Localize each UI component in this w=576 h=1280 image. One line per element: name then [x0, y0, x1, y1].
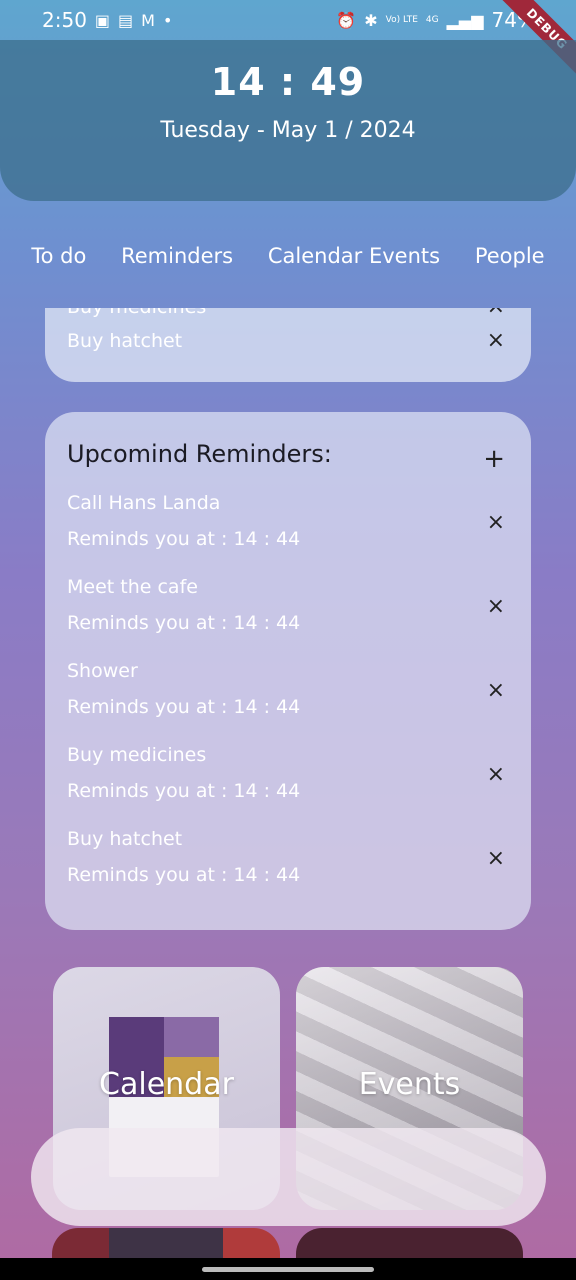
reminder-time: Reminds you at : 14 : 44 — [67, 696, 301, 718]
events-tile-label: Events — [358, 1067, 461, 1102]
close-icon[interactable]: × — [487, 328, 505, 353]
list-item: Buy hatchet × — [67, 328, 505, 353]
list-item: Buy medicines Reminds you at : 14 : 44 × — [67, 744, 505, 814]
calendar-tile-label: Calendar — [99, 1067, 234, 1102]
status-left: 2:50 ▣ ▤ M • — [42, 8, 172, 32]
status-time: 2:50 — [42, 8, 87, 32]
reminder-name: Call Hans Landa — [67, 492, 221, 514]
system-nav-bar — [0, 1258, 576, 1280]
reminder-time: Reminds you at : 14 : 44 — [67, 528, 301, 550]
status-right: ⏰ ✱ Vo) LTE 4G ▂▄▆ 74% — [336, 8, 536, 32]
alarm-icon: ⏰ — [336, 10, 357, 30]
todo-item-label: Buy medicines — [67, 308, 206, 318]
list-item: Call Hans Landa Reminds you at : 14 : 44… — [67, 492, 505, 562]
tab-todo[interactable]: To do — [31, 244, 86, 268]
next-tile-left[interactable] — [52, 1228, 280, 1258]
header-date: Tuesday - May 1 / 2024 — [160, 118, 416, 143]
reminders-card: Upcomind Reminders: + Call Hans Landa Re… — [45, 412, 531, 930]
header-clock: 14 : 49 — [210, 60, 366, 104]
reminder-time: Reminds you at : 14 : 44 — [67, 864, 301, 886]
todo-card: Buy medicines × Buy hatchet × — [45, 308, 531, 382]
add-reminder-icon[interactable]: + — [483, 444, 505, 474]
list-item: Shower Reminds you at : 14 : 44 × — [67, 660, 505, 730]
home-handle[interactable] — [202, 1267, 374, 1272]
list-item: Buy hatchet Reminds you at : 14 : 44 × — [67, 828, 505, 898]
reminder-name: Meet the cafe — [67, 576, 198, 598]
tab-calendar-events[interactable]: Calendar Events — [268, 244, 440, 268]
reminder-time: Reminds you at : 14 : 44 — [67, 780, 301, 802]
4g-icon: 4G — [425, 14, 439, 25]
reminder-name: Shower — [67, 660, 138, 682]
tab-people[interactable]: People — [475, 244, 545, 268]
header: 14 : 49 Tuesday - May 1 / 2024 — [0, 40, 576, 201]
reminder-name: Buy hatchet — [67, 828, 183, 850]
tab-bar: To do Reminders Calendar Events People — [0, 236, 576, 276]
close-icon[interactable]: × — [487, 308, 505, 319]
volte-icon: Vo) LTE — [385, 14, 418, 25]
reminder-time: Reminds you at : 14 : 44 — [67, 612, 301, 634]
gmail-icon: M — [141, 10, 155, 30]
dot-icon: • — [162, 10, 173, 30]
list-item: Meet the cafe Reminds you at : 14 : 44 × — [67, 576, 505, 646]
image-icon: ▣ — [94, 10, 111, 30]
close-icon[interactable]: × — [487, 594, 505, 619]
status-bar: 2:50 ▣ ▤ M • ⏰ ✱ Vo) LTE 4G ▂▄▆ 74% — [0, 0, 576, 40]
close-icon[interactable]: × — [487, 846, 505, 871]
close-icon[interactable]: × — [487, 678, 505, 703]
todo-item-label: Buy hatchet — [67, 329, 183, 352]
linkedin-icon: ▤ — [118, 10, 134, 30]
reminder-name: Buy medicines — [67, 744, 207, 766]
next-tile-right[interactable] — [296, 1228, 523, 1258]
signal-icon: ▂▄▆ — [446, 10, 484, 30]
list-item: Buy medicines × — [67, 308, 505, 319]
close-icon[interactable]: × — [487, 762, 505, 787]
bottom-nav-bar[interactable] — [31, 1128, 546, 1226]
tab-reminders[interactable]: Reminders — [121, 244, 233, 268]
bluetooth-icon: ✱ — [364, 10, 378, 30]
close-icon[interactable]: × — [487, 510, 505, 535]
reminders-title: Upcomind Reminders: — [67, 440, 332, 468]
